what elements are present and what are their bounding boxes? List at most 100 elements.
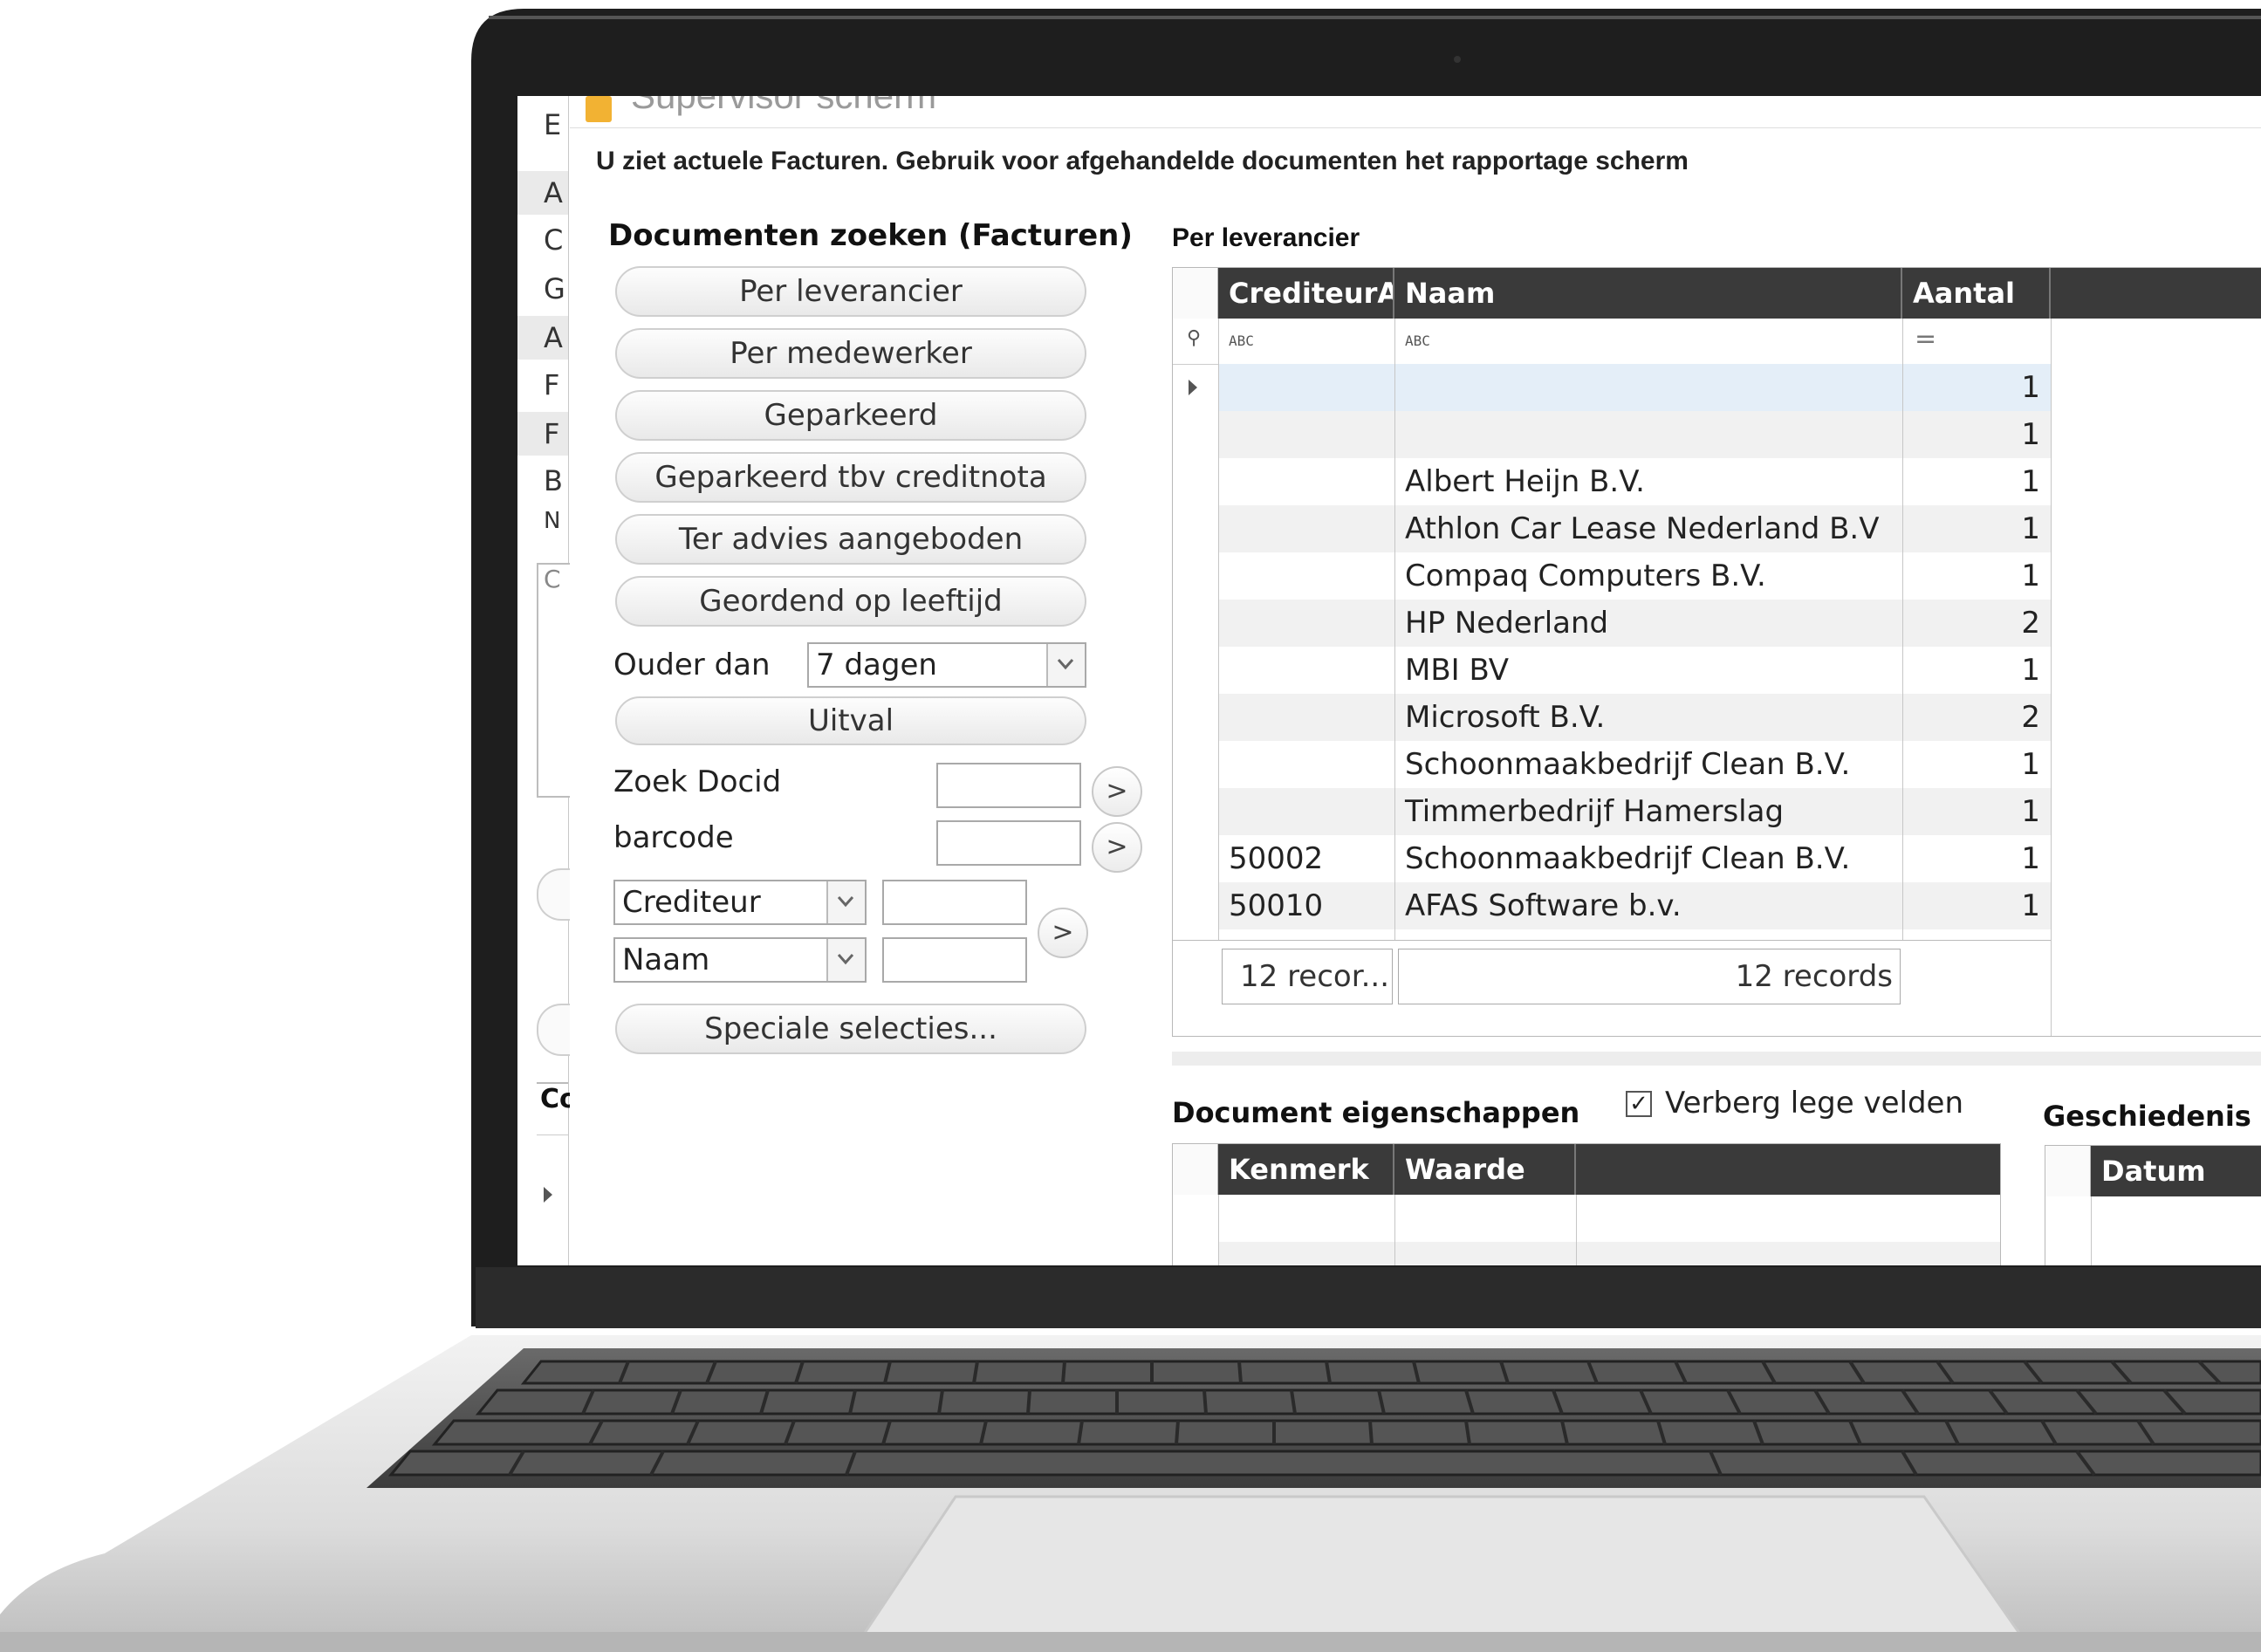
table-row[interactable]: Compaq Computers B.V. 1 xyxy=(1218,552,2051,600)
per-medewerker-button[interactable]: Per medewerker xyxy=(615,328,1086,379)
col-header-kenmerk[interactable]: Kenmerk xyxy=(1218,1144,1394,1195)
text-filter-icon[interactable]: ABC xyxy=(1405,332,1430,349)
docid-input[interactable] xyxy=(936,763,1081,808)
sidebar-item[interactable]: E xyxy=(517,103,568,147)
ouder-dan-label: Ouder dan xyxy=(613,648,771,682)
geparkeerd-creditnota-button[interactable]: Geparkeerd tbv creditnota xyxy=(615,452,1086,503)
table-row[interactable]: Schoonmaakbedrijf Clean B.V. 1 xyxy=(1218,741,2051,788)
barcode-go-button[interactable]: > xyxy=(1092,822,1142,873)
grid-corner xyxy=(2045,1146,2091,1196)
filter-icon: ⚲ xyxy=(1187,327,1202,349)
window-title-bar: Supervisor scherm xyxy=(570,96,2261,128)
cell-naam: Compaq Computers B.V. xyxy=(1405,559,1766,593)
supervisor-window: Supervisor scherm U ziet actuele Facture… xyxy=(570,96,2261,1265)
chevron-down-icon[interactable] xyxy=(826,881,865,923)
cell-naam: HP Nederland xyxy=(1405,606,1609,641)
field1-input[interactable] xyxy=(882,880,1027,925)
history-grid: Datum xyxy=(2045,1145,2261,1265)
field2-input[interactable] xyxy=(882,937,1027,983)
cell-crediteur xyxy=(1218,411,1394,458)
table-row[interactable]: 1 xyxy=(1189,364,2051,411)
docid-go-button[interactable]: > xyxy=(1092,766,1142,817)
cell-crediteur xyxy=(1218,600,1394,647)
barcode-input[interactable] xyxy=(936,820,1081,866)
col-header-waarde[interactable]: Waarde xyxy=(1394,1144,1576,1195)
barcode-label: barcode xyxy=(613,820,734,855)
ouder-dan-value: 7 dagen xyxy=(816,648,937,682)
cell-naam: Microsoft B.V. xyxy=(1405,700,1606,735)
cell-aantal: 1 xyxy=(2021,841,2040,876)
chevron-down-icon[interactable] xyxy=(1046,644,1085,686)
geparkeerd-button[interactable]: Geparkeerd xyxy=(615,390,1086,441)
table-row[interactable]: Microsoft B.V. 2 xyxy=(1218,694,2051,741)
cell-aantal: 1 xyxy=(2021,417,2040,452)
table-row[interactable]: HP Nederland 2 xyxy=(1218,600,2051,647)
cell-aantal: 1 xyxy=(2021,464,2040,499)
number-filter[interactable]: = xyxy=(1915,324,1936,354)
properties-grid: Kenmerk Waarde xyxy=(1172,1143,2001,1265)
table-row[interactable]: 50010 AFAS Software b.v. 1 xyxy=(1218,882,2051,929)
ter-advies-button[interactable]: Ter advies aangeboden xyxy=(615,514,1086,565)
col-header-datum[interactable]: Datum xyxy=(2091,1146,2261,1196)
zoek-docid-label: Zoek Docid xyxy=(613,764,782,799)
row-indicator-icon xyxy=(1189,380,1197,395)
sidebar-item[interactable]: F xyxy=(517,363,568,407)
sidebar-panel-label: C xyxy=(544,565,561,593)
verberg-label: Verberg lege velden xyxy=(1665,1086,1963,1121)
sidebar-button[interactable] xyxy=(537,1004,570,1056)
cell-aantal: 1 xyxy=(2021,794,2040,829)
cell-crediteur: 50002 xyxy=(1229,841,1324,876)
chevron-down-icon[interactable] xyxy=(826,939,865,981)
sidebar-panel: C xyxy=(537,563,570,798)
field-go-button[interactable]: > xyxy=(1038,908,1088,958)
col-header-aantal[interactable]: Aantal xyxy=(1902,268,2051,319)
sidebar-item[interactable]: A xyxy=(517,316,568,360)
sidebar-item[interactable]: A xyxy=(517,171,568,215)
cell-aantal: 1 xyxy=(2021,888,2040,923)
cell-aantal: 1 xyxy=(2021,559,2040,593)
cell-crediteur xyxy=(1218,741,1394,788)
sidebar-button[interactable] xyxy=(537,868,570,921)
field2-select[interactable]: Naam xyxy=(613,937,867,983)
field1-select[interactable]: Crediteur xyxy=(613,880,867,925)
cell-naam: AFAS Software b.v. xyxy=(1405,888,1682,923)
table-row[interactable]: 1 xyxy=(1218,411,2051,458)
cell-crediteur xyxy=(1218,364,1394,411)
table-row[interactable]: Albert Heijn B.V. 1 xyxy=(1218,458,2051,505)
text-filter-icon[interactable]: ABC xyxy=(1229,332,1254,349)
splitter[interactable] xyxy=(1172,1052,2261,1066)
records-summary-left: 12 recor... xyxy=(1222,949,1393,1004)
table-row[interactable]: 50002 Schoonmaakbedrijf Clean B.V. 1 xyxy=(1218,835,2051,882)
col-header-crediteur[interactable]: CrediteurA xyxy=(1218,268,1394,319)
sidebar-item[interactable]: N xyxy=(517,499,568,543)
geordend-leeftijd-button[interactable]: Geordend op leeftijd xyxy=(615,576,1086,627)
sidebar-item[interactable]: G xyxy=(517,267,568,311)
cell-aantal: 1 xyxy=(2021,370,2040,405)
table-row[interactable]: Athlon Car Lease Nederland B.V 1 xyxy=(1218,505,2051,552)
sidebar-item[interactable]: C xyxy=(517,218,568,262)
cell-aantal: 2 xyxy=(2021,700,2040,735)
cell-naam: Albert Heijn B.V. xyxy=(1405,464,1645,499)
filter-row: ⚲ ABC ABC = xyxy=(1173,319,2051,365)
sidebar-item[interactable]: B xyxy=(517,459,568,503)
history-heading: Geschiedenis xyxy=(2043,1100,2251,1133)
per-leverancier-button[interactable]: Per leverancier xyxy=(615,266,1086,317)
table-row[interactable]: Timmerbedrijf Hamerslag 1 xyxy=(1218,788,2051,835)
uitval-button[interactable]: Uitval xyxy=(615,696,1086,745)
col-header-naam[interactable]: Naam xyxy=(1394,268,1902,319)
records-summary: 12 records xyxy=(1398,949,1901,1004)
window-title: Supervisor scherm xyxy=(631,96,936,117)
cell-aantal: 2 xyxy=(2021,606,2040,641)
table-row[interactable]: MBI BV 1 xyxy=(1218,647,2051,694)
sidebar-item[interactable]: F xyxy=(517,412,568,456)
cell-crediteur xyxy=(1218,647,1394,694)
cell-aantal: 1 xyxy=(2021,511,2040,546)
camera-icon xyxy=(1454,56,1461,63)
ouder-dan-select[interactable]: 7 dagen xyxy=(807,642,1086,688)
cell-crediteur xyxy=(1218,458,1394,505)
grid-heading: Per leverancier xyxy=(1172,223,1360,252)
grid-body: 1 1 Albert Heijn B.V. 1 Athlon Car Lease Ned… xyxy=(1173,364,2051,929)
speciale-selecties-button[interactable]: Speciale selecties... xyxy=(615,1004,1086,1054)
trackpad xyxy=(857,1495,2027,1642)
verberg-checkbox[interactable]: ✓ xyxy=(1626,1091,1652,1117)
